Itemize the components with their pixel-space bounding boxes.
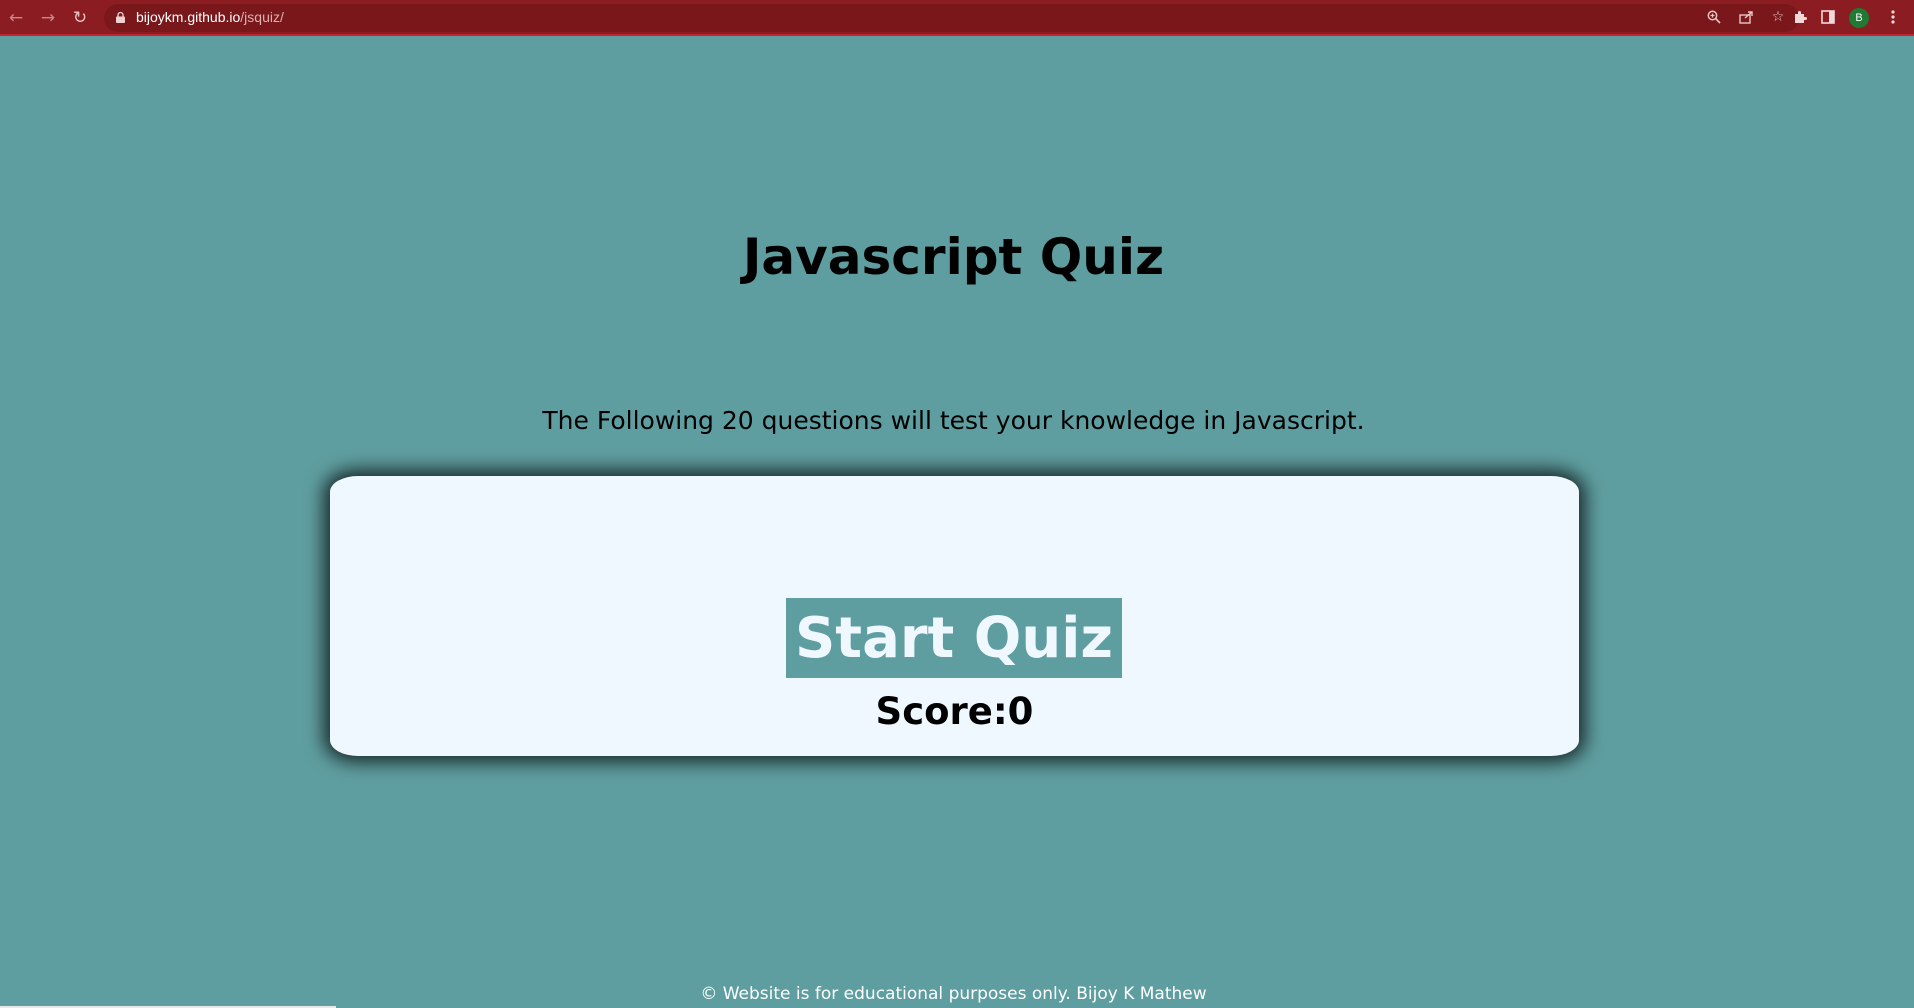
reload-icon[interactable]: ↻ xyxy=(68,6,92,30)
url-text[interactable]: bijoykm.github.io/jsquiz/ xyxy=(136,9,284,25)
score-display: Score:0 xyxy=(875,690,1034,733)
share-icon[interactable] xyxy=(1737,8,1755,26)
quiz-intro-text: The Following 20 questions will test you… xyxy=(542,406,1365,435)
address-bar[interactable]: bijoykm.github.io/jsquiz/ ☆ xyxy=(104,4,1799,32)
address-bar-actions: ☆ xyxy=(1705,8,1787,26)
lock-icon xyxy=(116,12,125,23)
back-arrow-icon[interactable]: ← xyxy=(4,6,28,30)
page-title: Javascript Quiz xyxy=(742,228,1165,286)
side-panel-icon[interactable] xyxy=(1817,6,1839,28)
menu-kebab-icon[interactable] xyxy=(1882,6,1904,28)
quiz-page: Javascript Quiz The Following 20 questio… xyxy=(0,36,1914,1008)
footer-copyright: © Website is for educational purposes on… xyxy=(700,984,1207,1004)
profile-avatar[interactable]: B xyxy=(1849,8,1869,28)
browser-toolbar: ← → ↻ bijoykm.github.io/jsquiz/ ☆ B xyxy=(0,0,1914,36)
bookmark-star-icon[interactable]: ☆ xyxy=(1769,8,1787,26)
url-host: bijoykm.github.io xyxy=(136,9,241,25)
extensions-icon[interactable] xyxy=(1788,6,1810,28)
start-quiz-button[interactable]: Start Quiz xyxy=(786,598,1122,678)
forward-arrow-icon[interactable]: → xyxy=(36,6,60,30)
quiz-card: Start Quiz Score:0 xyxy=(330,476,1579,756)
zoom-icon[interactable] xyxy=(1705,8,1723,26)
url-path: /jsquiz/ xyxy=(240,9,284,25)
